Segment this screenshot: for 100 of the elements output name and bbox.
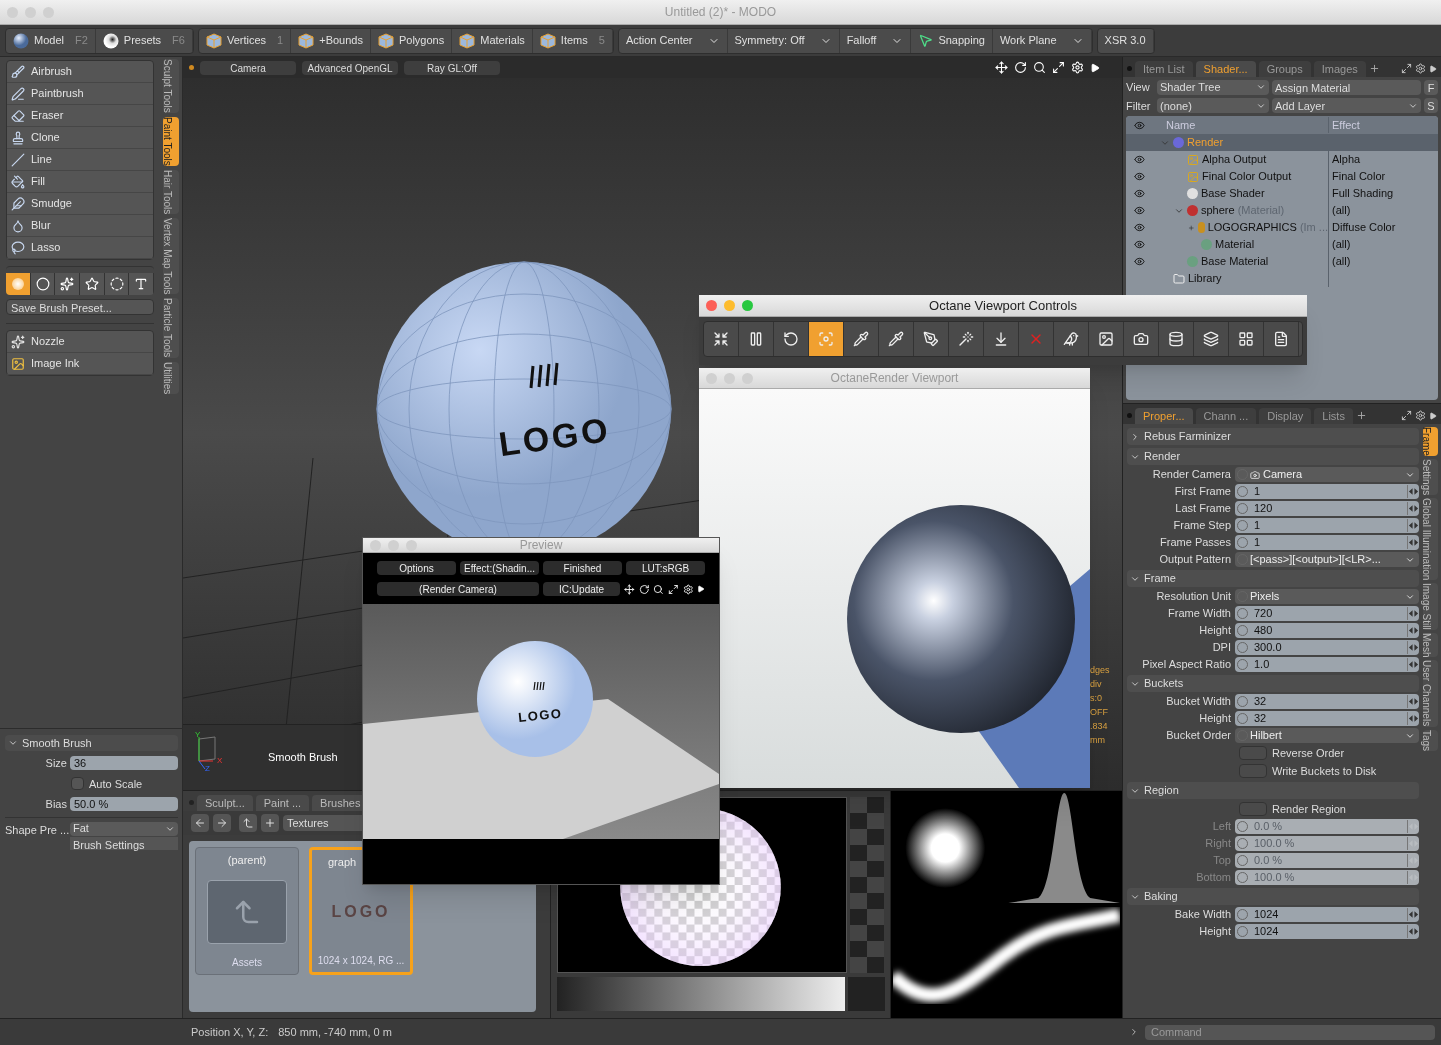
panel-tab[interactable]: Images [1313,61,1366,77]
side-tab[interactable]: Frame [1423,427,1438,456]
dropdown[interactable]: Camera [1235,467,1419,482]
number-field[interactable]: 720 [1235,606,1419,621]
add-tab-icon[interactable] [1355,410,1367,421]
toolbar-button[interactable]: Symmetry: Off [727,28,840,53]
tool-item[interactable]: Paintbrush [7,83,153,105]
toolbar-button[interactable]: Materials [452,28,533,53]
tool-item[interactable]: Blur [7,215,153,237]
back-button[interactable] [191,814,209,832]
eye-icon[interactable] [1133,171,1145,182]
panel-tab[interactable]: Shader... [1195,61,1256,77]
dropdown[interactable]: Shader Tree [1157,79,1269,95]
preview-option-button[interactable]: LUT:sRGB [626,561,705,575]
tool-item[interactable]: Line [7,149,153,171]
tool-item[interactable]: Smudge [7,193,153,215]
asset-tile[interactable]: (parent) Assets [195,847,299,975]
eye-icon[interactable] [1133,222,1145,233]
side-tab[interactable]: Sculpt Tools [163,59,179,113]
number-field[interactable]: 1024 [1235,924,1419,939]
command-field[interactable]: Command [1145,1024,1435,1040]
play-icon[interactable] [1429,412,1437,420]
eye-icon[interactable] [1133,256,1145,267]
eye-icon[interactable] [1133,188,1145,199]
eye-icon[interactable] [1133,239,1145,250]
spinner-arrows-icon[interactable] [1407,607,1419,620]
number-field[interactable]: 1 [1235,535,1419,550]
side-tab[interactable]: Particle Tools [163,298,179,358]
preview-option-button[interactable]: Finished [543,561,622,575]
checkbox[interactable] [71,777,84,791]
number-field[interactable]: 32 [1235,711,1419,726]
toolbar-button[interactable]: Work Plane [992,28,1092,53]
panel-tab[interactable]: Item List [1135,61,1193,77]
forward-button[interactable] [213,814,231,832]
s-button[interactable]: S [1424,98,1438,114]
tool-item[interactable]: Lasso [7,237,153,259]
toolbar-button[interactable]: Snapping [911,28,993,53]
toolbar-button[interactable]: +Bounds [291,28,371,53]
rotate-icon[interactable] [1014,61,1027,74]
side-tab[interactable]: User Channels [1423,660,1438,727]
dropdown[interactable]: [<pass>][<output>][<LR>... [1235,552,1419,567]
panel-tab[interactable]: Groups [1258,61,1311,77]
tool-item[interactable]: Image Ink [7,353,153,375]
brush-shape-button[interactable] [129,273,154,295]
spinner-arrows-icon[interactable] [1407,624,1419,637]
move-icon[interactable] [995,61,1008,74]
brush-shape-button[interactable] [6,273,31,295]
number-field[interactable]: 1.0 [1235,657,1419,672]
number-field[interactable]: 300.0 [1235,640,1419,655]
panel-tab[interactable]: Paint ... [255,795,310,811]
eye-icon[interactable] [1133,154,1145,165]
toolbar-button[interactable]: Model F2 [6,28,96,53]
f-button[interactable]: F [1424,79,1438,95]
brush-shape-button[interactable] [55,273,80,295]
maximize-icon[interactable] [1401,63,1412,74]
side-tab[interactable]: Global Illumination [1423,498,1438,581]
spinner-arrows-icon[interactable] [1407,695,1419,708]
section-header[interactable]: Rebus Farminizer [1127,428,1419,445]
brush-shape-button[interactable] [30,273,56,295]
spinner-arrows-icon[interactable] [1407,536,1419,549]
spinner-arrows-icon[interactable] [1407,641,1419,654]
tool-item[interactable]: Airbrush [7,61,153,83]
section-header[interactable]: Buckets [1127,675,1419,692]
add-tab-icon[interactable] [1368,63,1380,74]
dropdown[interactable]: Hilbert [1235,728,1419,743]
maximize-icon[interactable] [668,583,679,595]
panel-tab[interactable]: Chann ... [1195,408,1257,424]
dropdown[interactable]: Pixels [1235,589,1419,604]
octane-tool-button[interactable] [809,322,844,356]
number-field[interactable]: 1024 [1235,907,1419,922]
preview-option-button[interactable]: IC:Update [543,582,621,596]
settings-icon[interactable] [1415,410,1426,421]
side-tab[interactable]: Settings [1423,458,1438,496]
section-header[interactable]: Region [1127,782,1419,799]
section-header[interactable]: Baking [1127,888,1419,905]
tool-item[interactable]: Clone [7,127,153,149]
spinner-arrows-icon[interactable] [1407,712,1419,725]
tool-item[interactable]: Eraser [7,105,153,127]
tool-item[interactable]: Nozzle [7,331,153,353]
move-icon[interactable] [624,583,635,595]
viewport-option-button[interactable]: Advanced OpenGL [302,60,398,75]
side-tab[interactable]: Mesh [1423,633,1438,658]
toolbar-button[interactable]: XSR 3.0 [1097,28,1154,53]
tool-item[interactable]: Fill [7,171,153,193]
dropdown[interactable]: Add Layer [1272,98,1421,114]
toolbar-button[interactable]: Presets F6 [95,28,193,53]
preview-option-button[interactable]: (Render Camera) [377,582,539,596]
spinner-arrows-icon[interactable] [1407,502,1419,515]
number-field[interactable]: 32 [1235,694,1419,709]
settings-icon[interactable] [1415,63,1426,74]
side-tab[interactable]: Hair Tools [163,169,179,214]
panel-tab[interactable]: Lists [1314,408,1353,424]
side-tab[interactable]: Tags [1423,729,1438,751]
preview-option-button[interactable]: Options [377,561,456,575]
add-button[interactable] [261,814,279,832]
panel-tab[interactable]: Proper... [1135,408,1193,424]
search-icon[interactable] [653,583,665,595]
section-header[interactable]: Render [1127,448,1419,465]
toolbar-button[interactable]: Polygons [370,28,453,53]
viewport-option-button[interactable]: Ray GL:Off [404,60,500,75]
